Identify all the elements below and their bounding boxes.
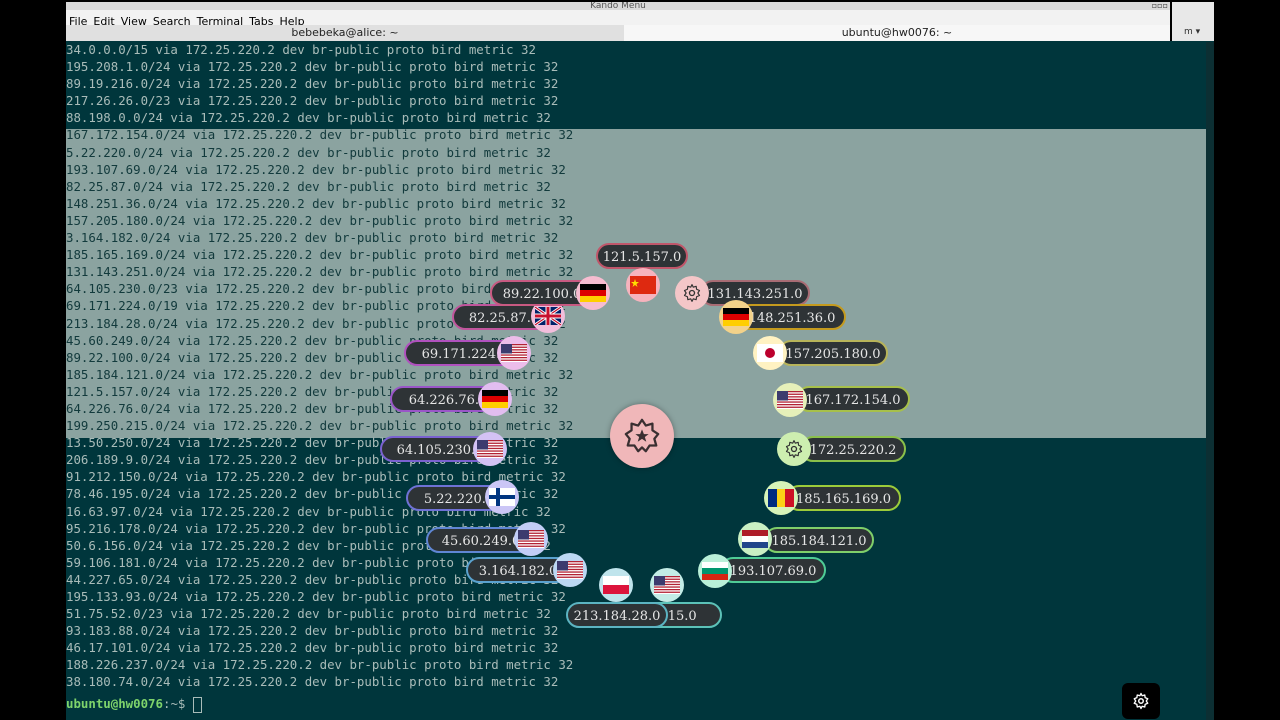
netherlands-flag-icon[interactable] [738,522,772,556]
kando-item-label[interactable]: 121.5.157.0 [596,243,688,269]
desktop: Kando Menu ▫▫▫ File Edit View Search Termina… [0,0,1280,720]
poland-flag-icon[interactable] [599,568,633,602]
usa-flag-icon[interactable] [553,553,587,587]
terminal-line: 5.22.220.0/24 via 172.25.220.2 dev br-pu… [66,144,551,160]
kando-item-label[interactable]: 185.184.121.0 [764,527,874,553]
finland-flag-icon[interactable] [485,480,519,514]
terminal-line: 46.17.101.0/24 via 172.25.220.2 dev br-p… [66,640,559,656]
terminal-line: 51.75.52.0/23 via 172.25.220.2 dev br-pu… [66,606,551,622]
terminal-line: 185.165.169.0/24 via 172.25.220.2 dev br… [66,247,574,263]
gear-icon[interactable] [777,432,811,466]
usa-flag-icon[interactable] [773,383,807,417]
tab-alice[interactable]: bebebeka@alice: ~ [66,25,624,42]
prompt-user: ubuntu@hw0076 [66,696,163,711]
screen-edge [1214,0,1280,720]
bulgaria-flag-icon[interactable] [698,554,732,588]
side-terminal-pane: m ▾ [1172,2,1214,720]
romania-flag-icon[interactable] [764,481,798,515]
kando-item-label[interactable]: 172.25.220.2 [800,436,906,462]
germany-flag-icon[interactable] [478,382,512,416]
terminal-line: 157.205.180.0/24 via 172.25.220.2 dev br… [66,212,574,228]
terminal-line: 217.26.26.0/23 via 172.25.220.2 dev br-p… [66,93,559,109]
terminal-line: 131.143.251.0/24 via 172.25.220.2 dev br… [66,264,574,280]
kando-item-label[interactable]: 213.184.28.0 [566,602,668,628]
terminal-line: 82.25.87.0/24 via 172.25.220.2 dev br-pu… [66,178,551,194]
tab-bar: bebebeka@alice: ~ ubuntu@hw0076: ~ [66,25,1170,42]
window-controls[interactable]: ▫▫▫ [1152,2,1168,10]
gear-icon[interactable] [675,276,709,310]
terminal-line: 195.208.1.0/24 via 172.25.220.2 dev br-p… [66,59,559,75]
pane-menu-glyph: m [1184,27,1193,37]
kando-center-button[interactable] [610,404,674,468]
kando-item-label[interactable]: 167.172.154.0 [796,386,910,412]
kando-item-label[interactable]: 131.143.251.0 [700,280,810,306]
terminal-line: 148.251.36.0/24 via 172.25.220.2 dev br-… [66,195,566,211]
terminal-line: 188.226.237.0/24 via 172.25.220.2 dev br… [66,657,574,673]
kando-item-label[interactable]: 193.107.69.0 [720,557,826,583]
terminal-line: 38.180.74.0/24 via 172.25.220.2 dev br-p… [66,674,559,690]
terminal-line: 195.133.93.0/24 via 172.25.220.2 dev br-… [66,589,566,604]
germany-flag-icon[interactable] [576,276,610,310]
usa-flag-icon[interactable] [514,522,548,556]
tab-hw0076[interactable]: ubuntu@hw0076: ~ [624,25,1170,41]
germany-flag-icon[interactable] [719,300,753,334]
star-gear-icon [624,418,660,453]
china-flag-icon[interactable] [626,268,660,302]
usa-flag-icon[interactable] [473,432,507,466]
terminal-cursor [192,696,202,713]
pane-menu-button[interactable]: m ▾ [1184,27,1200,37]
terminal-prompt[interactable]: ubuntu@hw0076:~$ [66,695,202,713]
window-titlebar[interactable]: Kando Menu ▫▫▫ [66,2,1170,10]
terminal-line: 185.184.121.0/24 via 172.25.220.2 dev br… [66,366,574,382]
terminal-line: 88.198.0.0/24 via 172.25.220.2 dev br-pu… [66,110,551,126]
gear-icon [1133,692,1149,710]
terminal-line: 89.19.216.0/24 via 172.25.220.2 dev br-p… [66,76,559,92]
scrollbar[interactable] [1206,42,1214,720]
kando-item-label[interactable]: 185.165.169.0 [786,485,901,511]
window-title: Kando Menu [590,2,646,10]
usa-flag-icon[interactable] [497,336,531,370]
japan-flag-icon[interactable] [753,336,787,370]
terminal-line: 167.172.154.0/24 via 172.25.220.2 dev br… [66,127,574,143]
usa-flag-icon[interactable] [650,568,684,602]
side-pane-selection [1172,129,1206,438]
terminal-line: 3.164.182.0/24 via 172.25.220.2 dev br-p… [66,230,559,246]
terminal-line: 199.250.215.0/24 via 172.25.220.2 dev br… [66,418,574,434]
terminal-line: 93.183.88.0/24 via 172.25.220.2 dev br-p… [66,623,559,639]
menu-bar: File Edit View Search Terminal Tabs Help [66,10,1170,28]
kando-item-label[interactable]: 157.205.180.0 [778,340,888,366]
prompt-path: :~$ [162,696,186,711]
kando-item-label[interactable]: 148.251.36.0 [738,304,846,330]
terminal-line: 193.107.69.0/24 via 172.25.220.2 dev br-… [66,161,566,177]
terminal-line: 34.0.0.0/15 via 172.25.220.2 dev br-publ… [66,42,536,57]
taskbar-gear-button[interactable] [1122,683,1160,719]
side-pane-header: m ▾ [1172,2,1214,41]
